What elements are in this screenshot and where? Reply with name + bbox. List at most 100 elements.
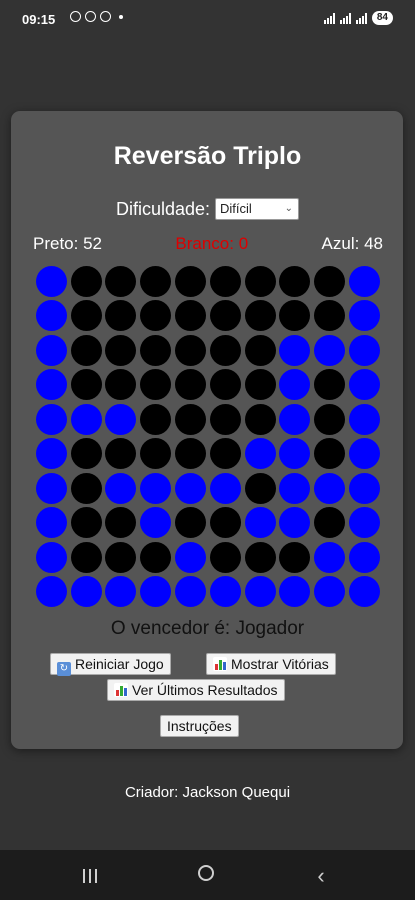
board-cell[interactable]	[104, 437, 139, 472]
board-cell[interactable]	[173, 264, 208, 299]
board-cell[interactable]	[347, 264, 382, 299]
show-wins-button[interactable]: Mostrar Vitórias	[206, 653, 336, 675]
board-cell[interactable]	[34, 437, 69, 472]
board-cell[interactable]	[312, 264, 347, 299]
board-cell[interactable]	[243, 506, 278, 541]
board-cell[interactable]	[34, 333, 69, 368]
board-cell[interactable]	[69, 368, 104, 403]
board-cell[interactable]	[243, 299, 278, 334]
board-cell[interactable]	[278, 299, 313, 334]
board-cell[interactable]	[104, 368, 139, 403]
board-cell[interactable]	[104, 299, 139, 334]
board-cell[interactable]	[278, 471, 313, 506]
last-results-button[interactable]: Ver Últimos Resultados	[107, 679, 285, 701]
board-cell[interactable]	[138, 506, 173, 541]
board-cell[interactable]	[278, 540, 313, 575]
board-cell[interactable]	[208, 540, 243, 575]
board-cell[interactable]	[347, 575, 382, 610]
board-cell[interactable]	[104, 333, 139, 368]
recent-apps-button[interactable]	[70, 866, 110, 889]
home-button[interactable]	[186, 864, 226, 887]
board-cell[interactable]	[208, 264, 243, 299]
board-cell[interactable]	[208, 402, 243, 437]
board-cell[interactable]	[69, 299, 104, 334]
board-cell[interactable]	[243, 368, 278, 403]
board-cell[interactable]	[34, 506, 69, 541]
board-cell[interactable]	[347, 540, 382, 575]
board-cell[interactable]	[34, 540, 69, 575]
board-cell[interactable]	[104, 402, 139, 437]
restart-button[interactable]: ↻ Reiniciar Jogo	[50, 653, 171, 676]
board-cell[interactable]	[173, 506, 208, 541]
board-cell[interactable]	[173, 540, 208, 575]
board-cell[interactable]	[278, 575, 313, 610]
board-cell[interactable]	[347, 506, 382, 541]
board-cell[interactable]	[69, 471, 104, 506]
board-cell[interactable]	[104, 540, 139, 575]
board-cell[interactable]	[243, 540, 278, 575]
board-cell[interactable]	[208, 437, 243, 472]
board-cell[interactable]	[69, 506, 104, 541]
board-cell[interactable]	[138, 264, 173, 299]
board-cell[interactable]	[104, 506, 139, 541]
board-cell[interactable]	[243, 402, 278, 437]
board-cell[interactable]	[208, 368, 243, 403]
board-cell[interactable]	[243, 575, 278, 610]
board-cell[interactable]	[34, 299, 69, 334]
board-cell[interactable]	[34, 368, 69, 403]
board-cell[interactable]	[138, 333, 173, 368]
board-cell[interactable]	[173, 368, 208, 403]
board-cell[interactable]	[312, 402, 347, 437]
board-cell[interactable]	[208, 506, 243, 541]
board-cell[interactable]	[173, 402, 208, 437]
board-cell[interactable]	[243, 471, 278, 506]
board-cell[interactable]	[34, 264, 69, 299]
board-cell[interactable]	[69, 575, 104, 610]
board-cell[interactable]	[347, 402, 382, 437]
board-cell[interactable]	[312, 540, 347, 575]
board-cell[interactable]	[173, 299, 208, 334]
board-cell[interactable]	[243, 264, 278, 299]
board-cell[interactable]	[208, 333, 243, 368]
board-cell[interactable]	[138, 540, 173, 575]
board-cell[interactable]	[312, 575, 347, 610]
board-cell[interactable]	[69, 264, 104, 299]
board-cell[interactable]	[173, 333, 208, 368]
board-cell[interactable]	[173, 471, 208, 506]
board-cell[interactable]	[312, 299, 347, 334]
board-cell[interactable]	[34, 575, 69, 610]
board-cell[interactable]	[104, 264, 139, 299]
board-cell[interactable]	[138, 471, 173, 506]
board-cell[interactable]	[347, 437, 382, 472]
board-cell[interactable]	[312, 437, 347, 472]
board-cell[interactable]	[208, 299, 243, 334]
board-cell[interactable]	[278, 402, 313, 437]
board-cell[interactable]	[104, 575, 139, 610]
board-cell[interactable]	[278, 264, 313, 299]
board-cell[interactable]	[347, 333, 382, 368]
board-cell[interactable]	[138, 575, 173, 610]
board-cell[interactable]	[243, 437, 278, 472]
board-cell[interactable]	[173, 575, 208, 610]
board-cell[interactable]	[69, 437, 104, 472]
board-cell[interactable]	[243, 333, 278, 368]
board-cell[interactable]	[69, 540, 104, 575]
board-cell[interactable]	[138, 368, 173, 403]
board-cell[interactable]	[208, 471, 243, 506]
board-cell[interactable]	[138, 299, 173, 334]
board-cell[interactable]	[347, 471, 382, 506]
board-cell[interactable]	[34, 402, 69, 437]
board-cell[interactable]	[138, 437, 173, 472]
board-cell[interactable]	[312, 506, 347, 541]
board-cell[interactable]	[278, 437, 313, 472]
instructions-button[interactable]: Instruções	[160, 715, 239, 737]
board-cell[interactable]	[278, 333, 313, 368]
board-cell[interactable]	[173, 437, 208, 472]
board-cell[interactable]	[312, 368, 347, 403]
difficulty-select[interactable]: Difícil ⌄	[215, 198, 300, 220]
board-cell[interactable]	[312, 333, 347, 368]
back-button[interactable]: ‹	[301, 863, 341, 889]
board-cell[interactable]	[208, 575, 243, 610]
board-cell[interactable]	[138, 402, 173, 437]
board-cell[interactable]	[69, 333, 104, 368]
